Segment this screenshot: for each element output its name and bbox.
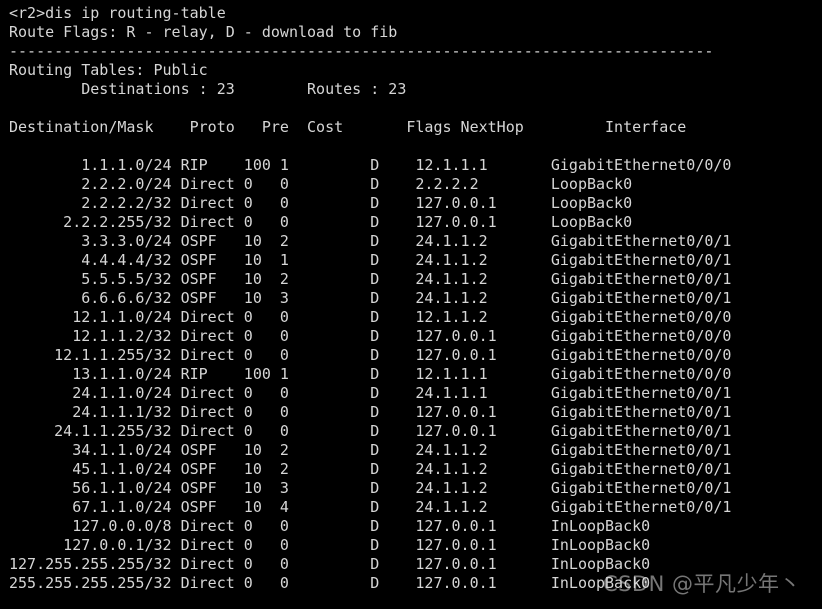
route-table-row: 2.2.2.0/24 Direct 0 0 D 2.2.2.2 LoopBack… [0, 175, 822, 194]
route-table-row: 34.1.1.0/24 OSPF 10 2 D 24.1.1.2 Gigabit… [0, 441, 822, 460]
route-table-row: 45.1.1.0/24 OSPF 10 2 D 24.1.1.2 Gigabit… [0, 460, 822, 479]
terminal-window[interactable]: <r2>dis ip routing-table Route Flags: R … [0, 0, 822, 609]
route-table-row: 2.2.2.255/32 Direct 0 0 D 127.0.0.1 Loop… [0, 213, 822, 232]
command-prompt-line: <r2>dis ip routing-table [0, 4, 822, 23]
blank-line-1 [0, 99, 822, 118]
blank-line-2 [0, 137, 822, 156]
route-table-row: 24.1.1.255/32 Direct 0 0 D 127.0.0.1 Gig… [0, 422, 822, 441]
route-table-row: 127.0.0.1/32 Direct 0 0 D 127.0.0.1 InLo… [0, 536, 822, 555]
route-table-row: 67.1.1.0/24 OSPF 10 4 D 24.1.1.2 Gigabit… [0, 498, 822, 517]
route-table-row: 127.0.0.0/8 Direct 0 0 D 127.0.0.1 InLoo… [0, 517, 822, 536]
route-table-row: 12.1.1.2/32 Direct 0 0 D 127.0.0.1 Gigab… [0, 327, 822, 346]
route-table-row: 127.255.255.255/32 Direct 0 0 D 127.0.0.… [0, 555, 822, 574]
route-flags-line: Route Flags: R - relay, D - download to … [0, 23, 822, 42]
route-table-row: 12.1.1.0/24 Direct 0 0 D 12.1.1.2 Gigabi… [0, 308, 822, 327]
table-header-row: Destination/Mask Proto Pre Cost Flags Ne… [0, 118, 822, 137]
route-table-row: 4.4.4.4/32 OSPF 10 1 D 24.1.1.2 GigabitE… [0, 251, 822, 270]
separator-rule: ----------------------------------------… [0, 42, 822, 61]
route-table-row: 6.6.6.6/32 OSPF 10 3 D 24.1.1.2 GigabitE… [0, 289, 822, 308]
routing-table-title: Routing Tables: Public [0, 61, 822, 80]
route-table-body: 1.1.1.0/24 RIP 100 1 D 12.1.1.1 GigabitE… [0, 156, 822, 593]
route-table-row: 5.5.5.5/32 OSPF 10 2 D 24.1.1.2 GigabitE… [0, 270, 822, 289]
route-table-row: 3.3.3.0/24 OSPF 10 2 D 24.1.1.2 GigabitE… [0, 232, 822, 251]
route-table-row: 2.2.2.2/32 Direct 0 0 D 127.0.0.1 LoopBa… [0, 194, 822, 213]
route-table-row: 13.1.1.0/24 RIP 100 1 D 12.1.1.1 Gigabit… [0, 365, 822, 384]
route-table-row: 56.1.1.0/24 OSPF 10 3 D 24.1.1.2 Gigabit… [0, 479, 822, 498]
route-table-row: 1.1.1.0/24 RIP 100 1 D 12.1.1.1 GigabitE… [0, 156, 822, 175]
routing-summary-line: Destinations : 23 Routes : 23 [0, 80, 822, 99]
route-table-row: 255.255.255.255/32 Direct 0 0 D 127.0.0.… [0, 574, 822, 593]
route-table-row: 12.1.1.255/32 Direct 0 0 D 127.0.0.1 Gig… [0, 346, 822, 365]
route-table-row: 24.1.1.1/32 Direct 0 0 D 127.0.0.1 Gigab… [0, 403, 822, 422]
route-table-row: 24.1.1.0/24 Direct 0 0 D 24.1.1.1 Gigabi… [0, 384, 822, 403]
